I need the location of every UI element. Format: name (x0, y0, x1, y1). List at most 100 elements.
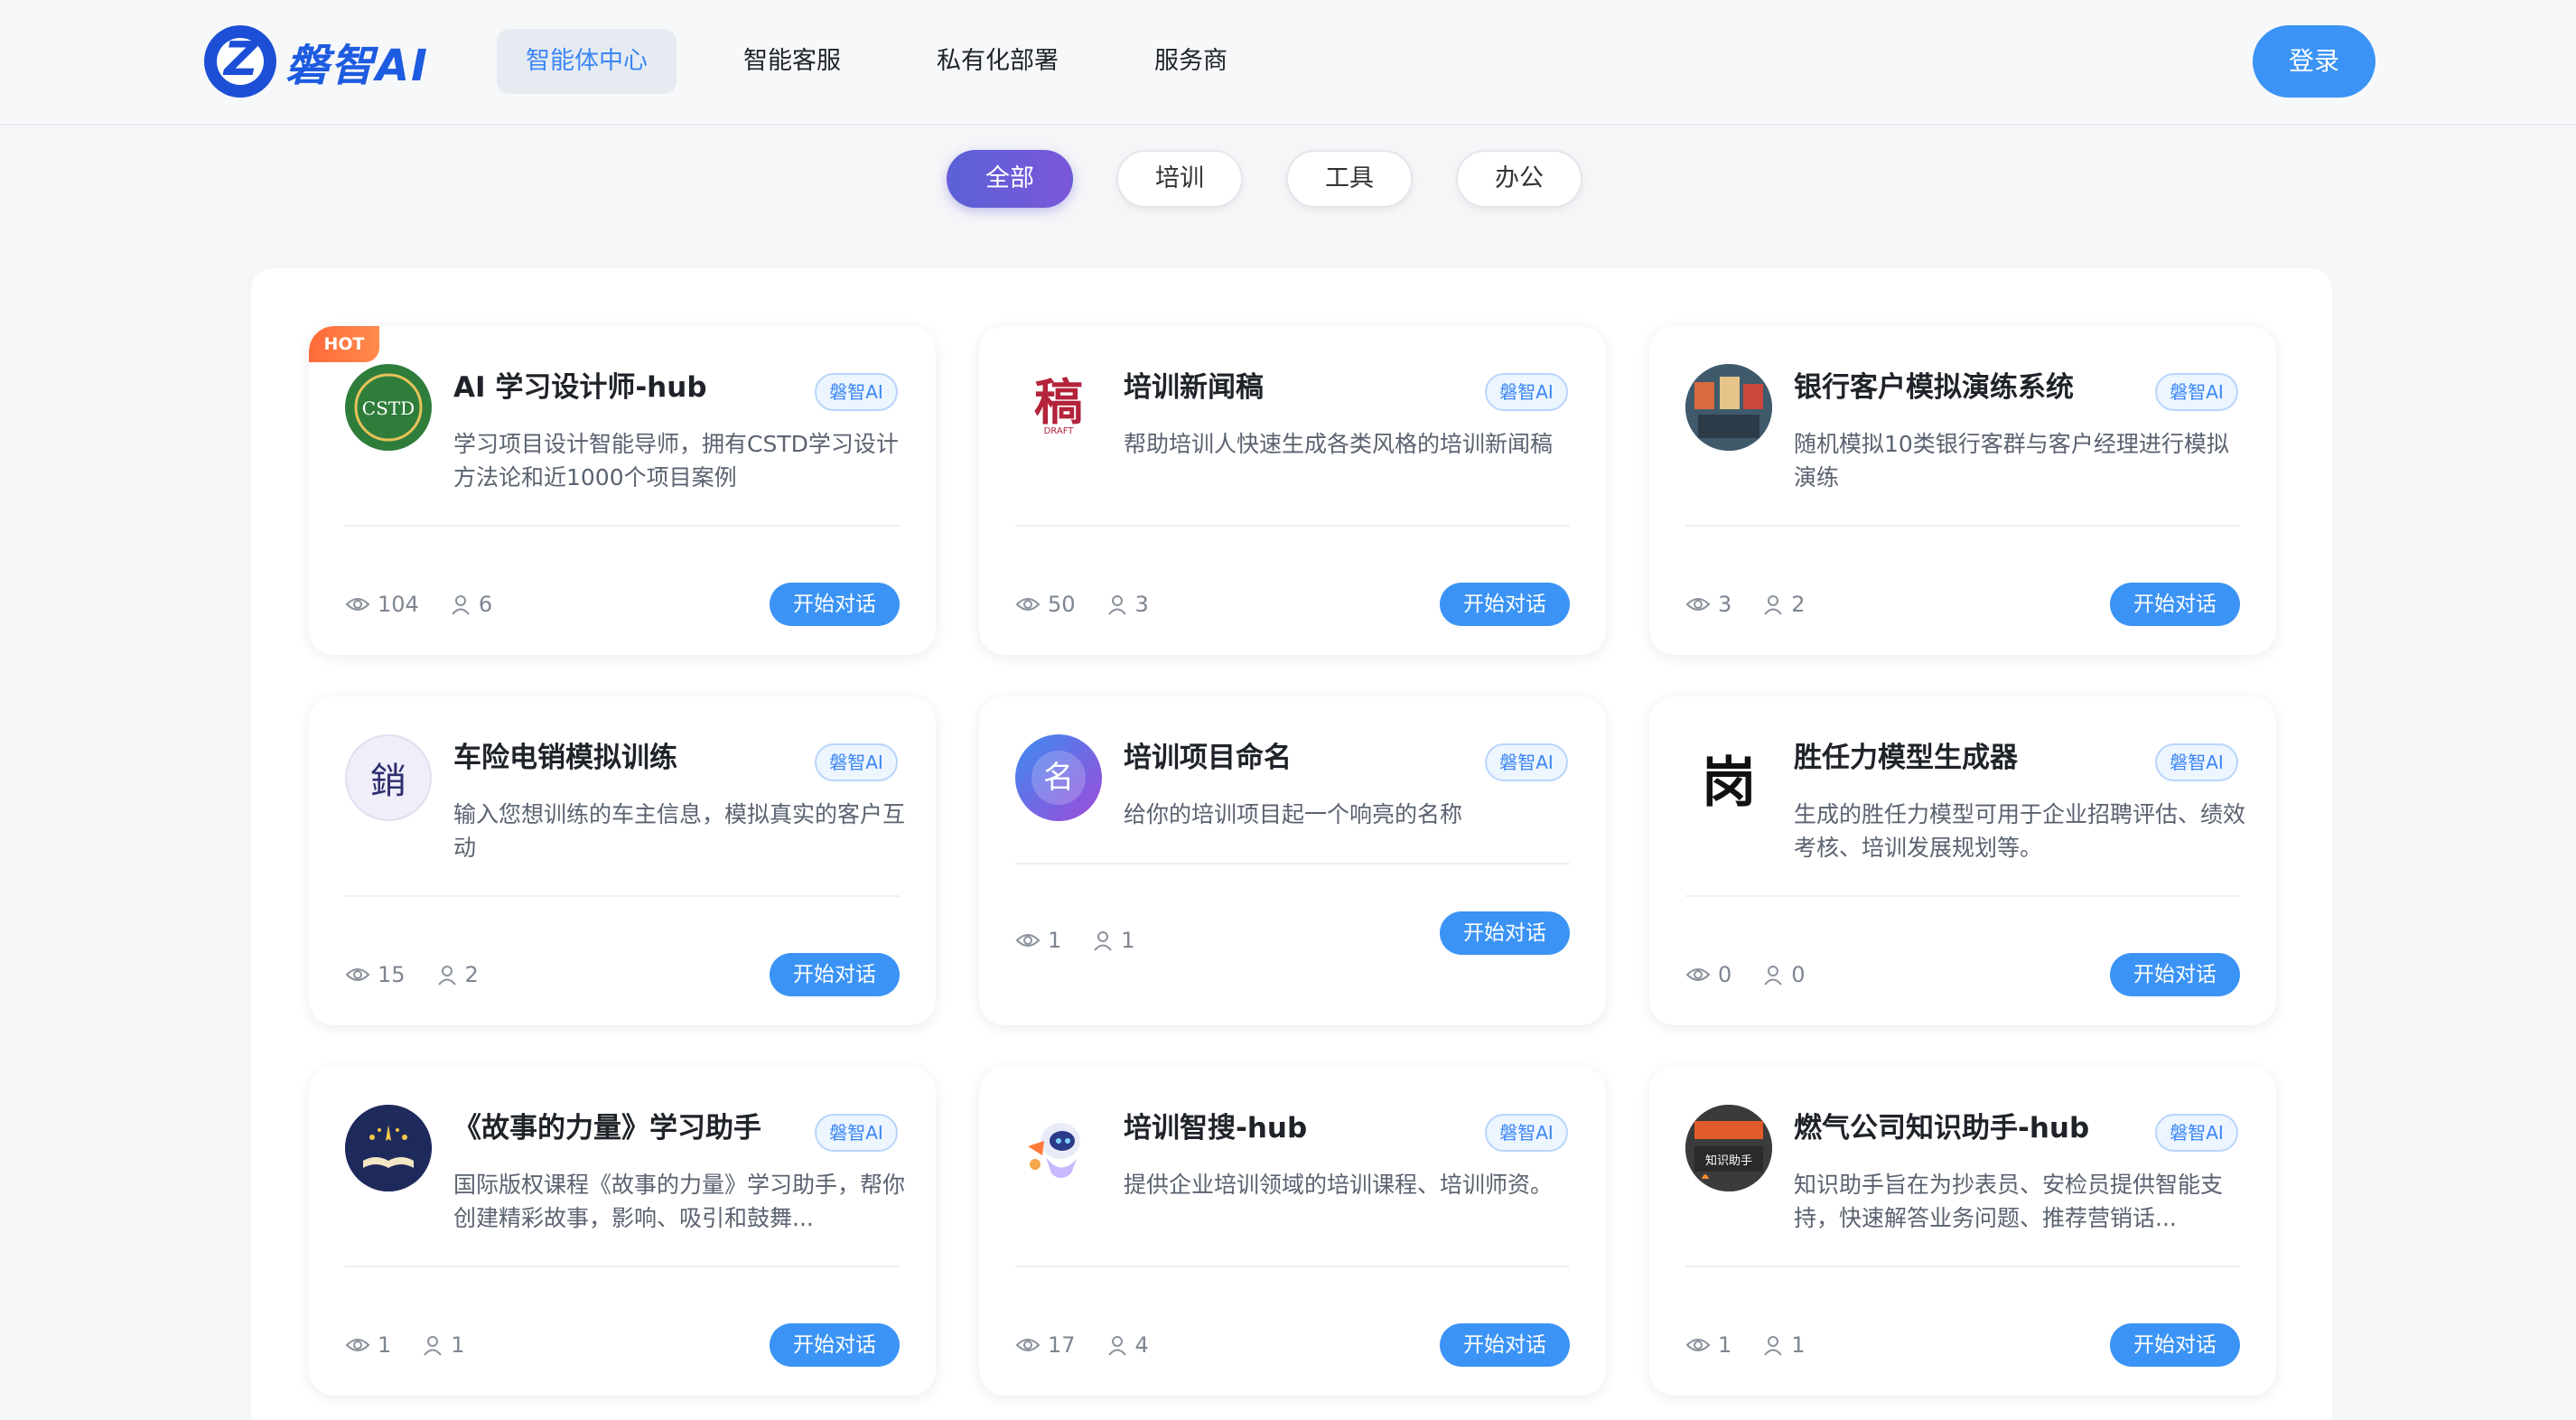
card-stats: 1 1 (345, 1332, 465, 1358)
views-count: 3 (1718, 592, 1732, 617)
views-stat: 0 (1685, 962, 1731, 987)
brand-tag: 磐智AI (1485, 1114, 1568, 1152)
agent-card[interactable]: 《故事的力量》学习助手 磐智AI 国际版权课程《故事的力量》学习助手，帮你创建精… (309, 1067, 936, 1396)
users-stat: 2 (436, 962, 479, 987)
card-title: 《故事的力量》学习助手 (453, 1112, 761, 1144)
card-title: AI 学习设计师-hub (453, 371, 707, 404)
eye-icon (1015, 1339, 1041, 1351)
card-divider (345, 525, 900, 527)
user-icon (424, 1336, 443, 1356)
users-count: 2 (1791, 592, 1806, 617)
nav-providers[interactable]: 服务商 (1125, 29, 1256, 94)
user-icon (1107, 1336, 1126, 1356)
nav-agent-center[interactable]: 智能体中心 (497, 29, 677, 94)
views-stat: 50 (1015, 592, 1076, 617)
agent-card[interactable]: 稿 DRAFT 培训新闻稿 磐智AI 帮助培训人快速生成各类风格的培训新闻稿 5… (979, 326, 1606, 655)
card-divider (1685, 895, 2240, 897)
eye-icon (345, 1339, 370, 1351)
agent-card[interactable]: 知识助手 燃气公司知识助手-hub 磐智AI 知识助手旨在为抄表员、安检员提供智… (1649, 1067, 2276, 1396)
card-description: 知识助手旨在为抄表员、安检员提供智能支持，快速解答业务问题、推荐营销话... (1794, 1172, 2224, 1231)
agent-card[interactable]: 培训智搜-hub 磐智AI 提供企业培训领域的培训课程、培训师资。 17 4 开… (979, 1067, 1606, 1396)
card-divider (345, 895, 900, 897)
card-stats: 17 4 (1015, 1332, 1149, 1358)
card-description: 国际版权课程《故事的力量》学习助手，帮你创建精彩故事，影响、吸引和鼓舞... (453, 1172, 905, 1231)
users-stat: 1 (1762, 1332, 1806, 1358)
robot-avatar-icon (1015, 1105, 1102, 1191)
views-count: 50 (1048, 592, 1076, 617)
book-avatar-icon (345, 1105, 432, 1191)
views-count: 1 (1718, 1332, 1732, 1358)
users-count: 6 (478, 592, 493, 617)
login-button[interactable]: 登录 (2253, 25, 2375, 98)
filter-all[interactable]: 全部 (947, 150, 1073, 208)
card-description: 生成的胜任力模型可用于企业招聘评估、绩效考核、培训发展规划等。 (1794, 801, 2245, 861)
start-chat-button[interactable]: 开始对话 (1440, 911, 1570, 955)
users-count: 4 (1134, 1332, 1149, 1358)
brand-tag: 磐智AI (815, 373, 898, 411)
users-stat: 4 (1106, 1332, 1149, 1358)
agent-card[interactable]: 銷 车险电销模拟训练 磐智AI 输入您想训练的车主信息，模拟真实的客户互动 15… (309, 696, 936, 1025)
brand-tag: 磐智AI (1485, 743, 1568, 781)
agent-card[interactable]: CSTD HOT AI 学习设计师-hub 磐智AI 学习项目设计智能导师，拥有… (309, 326, 936, 655)
filter-office[interactable]: 办公 (1456, 150, 1582, 208)
top-navbar: 磐智AI 智能体中心 智能客服 私有化部署 服务商 登录 (0, 0, 2576, 126)
card-description: 给你的培训项目起一个响亮的名称 (1124, 801, 1463, 827)
users-stat: 1 (1092, 928, 1135, 953)
user-icon (437, 966, 456, 986)
agent-card[interactable]: 银行客户模拟演练系统 磐智AI 随机模拟10类银行客群与客户经理进行模拟演练 3… (1649, 326, 2276, 655)
users-count: 1 (1121, 928, 1135, 953)
agent-card[interactable]: 岗 胜任力模型生成器 磐智AI 生成的胜任力模型可用于企业招聘评估、绩效考核、培… (1649, 696, 2276, 1025)
views-stat: 1 (1685, 1332, 1731, 1358)
knowledge-assistant-avatar-icon: 知识助手 (1685, 1105, 1772, 1191)
start-chat-button[interactable]: 开始对话 (1440, 583, 1570, 626)
card-stats: 1 1 (1685, 1332, 1806, 1358)
card-description: 学习项目设计智能导师，拥有CSTD学习设计方法论和近1000个项目案例 (453, 431, 899, 490)
views-stat: 15 (345, 962, 406, 987)
card-divider (1015, 863, 1570, 864)
users-count: 1 (1791, 1332, 1806, 1358)
views-count: 1 (378, 1332, 392, 1358)
views-count: 17 (1048, 1332, 1076, 1358)
eye-icon (345, 598, 370, 611)
card-stats: 3 2 (1685, 592, 1806, 617)
user-icon (1764, 1336, 1783, 1356)
eye-icon (1685, 598, 1711, 611)
avatar-text: CSTD (362, 397, 415, 419)
brand-tag: 磐智AI (1485, 373, 1568, 411)
users-count: 3 (1134, 592, 1149, 617)
start-chat-button[interactable]: 开始对话 (2110, 1323, 2240, 1367)
users-stat: 0 (1762, 962, 1806, 987)
card-description: 随机模拟10类银行客群与客户经理进行模拟演练 (1794, 431, 2229, 490)
card-divider (1015, 1266, 1570, 1267)
start-chat-button[interactable]: 开始对话 (1440, 1323, 1570, 1367)
nav-smart-service[interactable]: 智能客服 (714, 29, 870, 94)
main-nav: 智能体中心 智能客服 私有化部署 服务商 (497, 29, 1294, 94)
card-description: 输入您想训练的车主信息，模拟真实的客户互动 (453, 801, 905, 861)
start-chat-button[interactable]: 开始对话 (2110, 953, 2240, 996)
start-chat-button[interactable]: 开始对话 (770, 1323, 900, 1367)
brand-tag: 磐智AI (815, 1114, 898, 1152)
start-chat-button[interactable]: 开始对话 (770, 583, 900, 626)
filter-training[interactable]: 培训 (1116, 150, 1243, 208)
logo-mark-icon (204, 25, 276, 98)
filter-tools[interactable]: 工具 (1286, 150, 1413, 208)
agent-card[interactable]: 名 培训项目命名 磐智AI 给你的培训项目起一个响亮的名称 1 1 开始对话 (979, 696, 1606, 1025)
nav-private-deploy[interactable]: 私有化部署 (908, 29, 1087, 94)
sales-avatar-icon: 銷 (345, 734, 432, 821)
card-title: 车险电销模拟训练 (453, 742, 677, 774)
views-stat: 1 (345, 1332, 391, 1358)
brand-logo[interactable]: 磐智AI (204, 23, 429, 99)
card-divider (345, 1266, 900, 1267)
category-filter: 全部 培训 工具 办公 (0, 150, 2576, 208)
eye-icon (1015, 934, 1041, 947)
brand-tag: 磐智AI (2155, 1114, 2238, 1152)
eye-icon (1685, 968, 1711, 981)
user-icon (1764, 966, 1783, 986)
card-title: 银行客户模拟演练系统 (1794, 371, 2074, 404)
start-chat-button[interactable]: 开始对话 (770, 953, 900, 996)
card-title: 培训新闻稿 (1124, 371, 1264, 404)
avatar-text: 岗 (1702, 751, 1756, 815)
bank-simulation-avatar-icon (1685, 364, 1772, 451)
start-chat-button[interactable]: 开始对话 (2110, 583, 2240, 626)
card-title: 培训智搜-hub (1124, 1112, 1308, 1144)
